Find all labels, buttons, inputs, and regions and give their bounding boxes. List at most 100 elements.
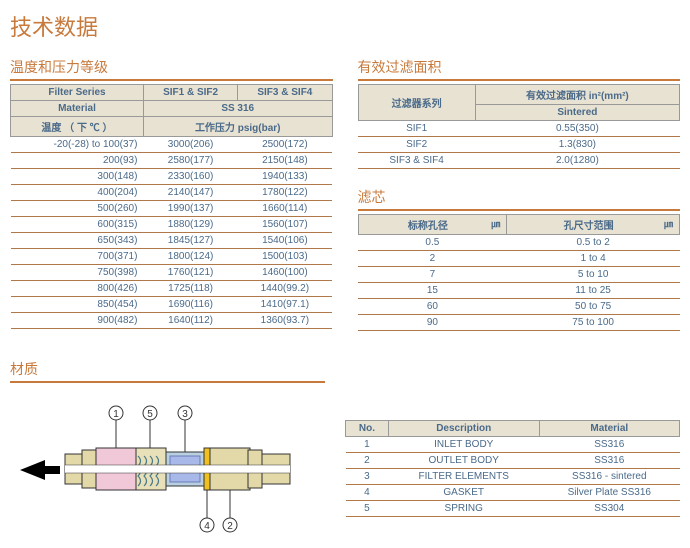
table-row: SIF10.55(350)	[358, 121, 680, 137]
table-row: 750(398)1760(121)1460(100)	[11, 265, 333, 281]
svg-text:5: 5	[147, 409, 153, 420]
cell-series: SIF2	[358, 137, 475, 153]
temp-table-body: -20(-28) to 100(37)3000(206)2500(172)200…	[11, 137, 333, 329]
cell-sif12: 1845(127)	[143, 233, 237, 249]
cell-sif34: 1410(97.1)	[238, 297, 332, 313]
temp-pressure-table: Filter Series SIF1 & SIF2 SIF3 & SIF4 Ma…	[10, 84, 333, 329]
cell-sif34: 1660(114)	[238, 201, 332, 217]
cell-nominal: 90	[358, 315, 507, 331]
cell-sif12: 1760(121)	[143, 265, 237, 281]
cell-no: 1	[346, 436, 389, 452]
cell-temp: 300(148)	[11, 169, 144, 185]
cart-section-title: 滤芯	[358, 187, 681, 211]
th-material-val: SS 316	[143, 101, 332, 117]
cell-series: SIF3 & SIF4	[358, 153, 475, 169]
cell-sif12: 1800(124)	[143, 249, 237, 265]
table-row: 0.50.5 to 2	[358, 235, 680, 251]
cell-sif12: 1880(129)	[143, 217, 237, 233]
cell-sif34: 2150(148)	[238, 153, 332, 169]
table-row: 800(426)1725(118)1440(99.2)	[11, 281, 333, 297]
table-row: 300(148)2330(160)1940(133)	[11, 169, 333, 185]
cell-series: SIF1	[358, 121, 475, 137]
cell-range: 0.5 to 2	[507, 235, 680, 251]
cartridge-table: 标称孔径 ㎛ 孔尺寸范围 ㎛ 0.50.5 to 221 to 475 to 1…	[358, 214, 681, 331]
cell-nominal: 0.5	[358, 235, 507, 251]
filt-section-title: 有效过滤面积	[358, 57, 681, 81]
cell-area: 1.3(830)	[475, 137, 679, 153]
svg-text:4: 4	[204, 521, 210, 532]
cell-sif34: 1360(93.7)	[238, 313, 332, 329]
cell-range: 11 to 25	[507, 283, 680, 299]
cell-sif12: 1640(112)	[143, 313, 237, 329]
table-row: -20(-28) to 100(37)3000(206)2500(172)	[11, 137, 333, 153]
filtration-area-table: 过滤器系列 有效过滤面积 in²(mm²) Sintered SIF10.55(…	[358, 84, 681, 169]
cell-mat: Silver Plate SS316	[539, 484, 679, 500]
table-row: 5SPRINGSS304	[346, 500, 680, 516]
cell-range: 1 to 4	[507, 251, 680, 267]
cell-temp: 750(398)	[11, 265, 144, 281]
cart-table-body: 0.50.5 to 221 to 475 to 101511 to 256050…	[358, 235, 680, 331]
cell-area: 2.0(1280)	[475, 153, 679, 169]
th-range: 孔尺寸范围 ㎛	[507, 215, 680, 235]
table-row: SIF21.3(830)	[358, 137, 680, 153]
table-row: 21 to 4	[358, 251, 680, 267]
cell-temp: 400(204)	[11, 185, 144, 201]
cell-desc: SPRING	[388, 500, 539, 516]
table-row: 1511 to 25	[358, 283, 680, 299]
cell-no: 2	[346, 452, 389, 468]
cell-no: 4	[346, 484, 389, 500]
cell-sif34: 1540(106)	[238, 233, 332, 249]
cell-sif34: 1460(100)	[238, 265, 332, 281]
table-row: 650(343)1845(127)1540(106)	[11, 233, 333, 249]
cell-sif12: 2580(177)	[143, 153, 237, 169]
svg-text:2: 2	[227, 521, 233, 532]
cell-sif12: 2140(147)	[143, 185, 237, 201]
cell-range: 5 to 10	[507, 267, 680, 283]
cell-sif12: 1690(116)	[143, 297, 237, 313]
temp-section-title: 温度和压力等级	[10, 57, 333, 81]
table-row: 6050 to 75	[358, 299, 680, 315]
th-nominal: 标称孔径 ㎛	[358, 215, 507, 235]
th-filter-series: Filter Series	[11, 85, 144, 101]
cell-desc: OUTLET BODY	[388, 452, 539, 468]
material-section-title: 材质	[10, 359, 325, 383]
th-press-label: 工作压力 psig(bar)	[143, 117, 332, 137]
table-row: SIF3 & SIF42.0(1280)	[358, 153, 680, 169]
cell-sif34: 1560(107)	[238, 217, 332, 233]
table-row: 500(260)1990(137)1660(114)	[11, 201, 333, 217]
table-row: 700(371)1800(124)1500(103)	[11, 249, 333, 265]
filter-diagram: 1 5 3 2 4	[10, 398, 320, 538]
cell-sif34: 1780(122)	[238, 185, 332, 201]
cell-nominal: 2	[358, 251, 507, 267]
cell-sif12: 2330(160)	[143, 169, 237, 185]
cell-temp: 900(482)	[11, 313, 144, 329]
table-row: 75 to 10	[358, 267, 680, 283]
cell-temp: 500(260)	[11, 201, 144, 217]
table-row: 2OUTLET BODYSS316	[346, 452, 680, 468]
th-desc: Description	[388, 420, 539, 436]
material-table: No. Description Material 1INLET BODYSS31…	[345, 420, 680, 517]
table-row: 9075 to 100	[358, 315, 680, 331]
cell-mat: SS316 - sintered	[539, 468, 679, 484]
table-row: 850(454)1690(116)1410(97.1)	[11, 297, 333, 313]
cell-desc: GASKET	[388, 484, 539, 500]
cell-range: 75 to 100	[507, 315, 680, 331]
cell-no: 5	[346, 500, 389, 516]
th-temp-label: 温度 （ 下 ℃ ）	[11, 117, 144, 137]
cell-temp: -20(-28) to 100(37)	[11, 137, 144, 153]
cell-sif12: 1990(137)	[143, 201, 237, 217]
cell-temp: 700(371)	[11, 249, 144, 265]
cell-temp: 650(343)	[11, 233, 144, 249]
th-sif12: SIF1 & SIF2	[143, 85, 237, 101]
cell-desc: INLET BODY	[388, 436, 539, 452]
filt-table-body: SIF10.55(350)SIF21.3(830)SIF3 & SIF42.0(…	[358, 121, 680, 169]
cell-temp: 200(93)	[11, 153, 144, 169]
cell-mat: SS304	[539, 500, 679, 516]
th-no: No.	[346, 420, 389, 436]
table-row: 4GASKETSilver Plate SS316	[346, 484, 680, 500]
cell-nominal: 7	[358, 267, 507, 283]
cell-nominal: 15	[358, 283, 507, 299]
th-area: 有效过滤面积 in²(mm²)	[475, 85, 679, 105]
table-row: 200(93)2580(177)2150(148)	[11, 153, 333, 169]
cell-no: 3	[346, 468, 389, 484]
